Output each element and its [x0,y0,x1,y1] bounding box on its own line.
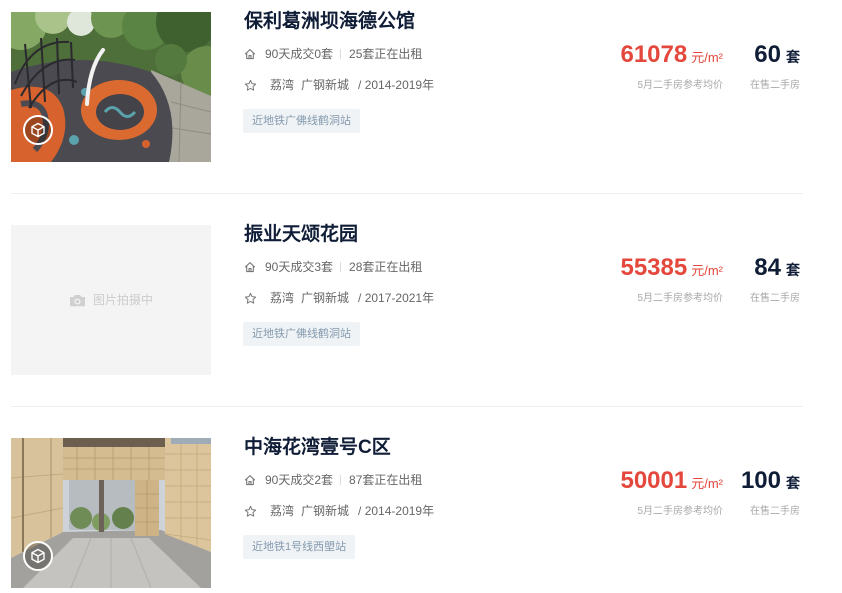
avg-price: 61078 元/m² [620,42,723,68]
deals-90d-link[interactable]: 90天成交2套 [265,472,333,488]
bizcircle-link[interactable]: 广钢新城 [301,503,349,519]
on-sale-count-unit: 套 [786,475,800,491]
camera-icon [69,294,86,307]
community-item: 保利葛洲坝海德公馆 90天成交0套 25套正在出租 荔湾 广钢新城 / 2014… [11,11,803,162]
on-sale-count-unit: 套 [786,49,800,65]
location-info: 荔湾 广钢新城 / 2014-2019年 [244,77,434,93]
divider [11,193,803,194]
build-years: / 2017-2021年 [358,291,435,305]
price-desc: 5月二手房参考均价 [637,506,723,517]
bizcircle-link[interactable]: 广钢新城 [301,77,349,93]
community-title[interactable]: 保利葛洲坝海德公馆 [244,11,415,33]
district-link[interactable]: 荔湾 [270,503,294,519]
on-sale-count-value[interactable]: 100 [741,467,781,494]
price-desc: 5月二手房参考均价 [637,293,723,304]
community-photo-placeholder[interactable]: 图片拍摄中 [11,225,211,375]
subway-tag: 近地铁1号线西塱站 [243,535,356,559]
vr-icon [31,548,45,564]
price-desc: 5月二手房参考均价 [637,80,723,91]
build-years: / 2014-2019年 [358,504,435,518]
deal-info: 90天成交0套 25套正在出租 [244,46,422,62]
star-icon [244,79,257,92]
divider [11,406,803,407]
star-icon [244,505,257,518]
on-sale-count-unit: 套 [786,262,800,278]
deals-90d-link[interactable]: 90天成交0套 [265,46,333,62]
on-sale-count[interactable]: 60 套 [754,42,800,68]
price-unit: 元/m² [691,50,723,65]
house-icon [244,261,256,273]
avg-price: 55385 元/m² [620,255,723,281]
price-unit: 元/m² [691,263,723,278]
renting-link[interactable]: 28套正在出租 [349,259,422,275]
district-link[interactable]: 荔湾 [270,77,294,93]
price-value: 61078 [620,41,688,68]
subway-tag: 近地铁广佛线鹤洞站 [243,109,360,133]
community-item: 图片拍摄中 振业天颂花园 90天成交3套 28套正在出租 荔湾 广钢新城 / 2… [11,224,803,375]
separator [340,49,342,59]
house-icon [244,474,256,486]
vr-badge[interactable] [23,541,53,571]
community-list: 保利葛洲坝海德公馆 90天成交0套 25套正在出租 荔湾 广钢新城 / 2014… [11,11,803,588]
on-sale-count-value[interactable]: 84 [754,254,781,281]
lintel [59,438,169,480]
community-title[interactable]: 中海花湾壹号C区 [244,437,391,459]
renting-link[interactable]: 87套正在出租 [349,472,422,488]
build-years: / 2014-2019年 [358,78,435,92]
placeholder-text: 图片拍摄中 [92,293,153,307]
location-info: 荔湾 广钢新城 / 2014-2019年 [244,503,434,519]
right-wall [164,438,211,552]
separator [340,262,342,272]
on-sale-desc: 在售二手房 [750,80,800,91]
separator [340,475,342,485]
house-icon [244,48,256,60]
on-sale-count-value[interactable]: 60 [754,41,781,68]
price-value: 55385 [620,254,688,281]
district-link[interactable]: 荔湾 [270,290,294,306]
location-info: 荔湾 广钢新城 / 2017-2021年 [244,290,434,306]
on-sale-count[interactable]: 100 套 [741,468,800,494]
vr-icon [31,122,45,138]
deals-90d-link[interactable]: 90天成交3套 [265,259,333,275]
avg-price: 50001 元/m² [620,468,723,494]
on-sale-desc: 在售二手房 [750,293,800,304]
price-value: 50001 [620,467,688,494]
subway-tag: 近地铁广佛线鹤洞站 [243,322,360,346]
deal-info: 90天成交2套 87套正在出租 [244,472,422,488]
deal-info: 90天成交3套 28套正在出租 [244,259,422,275]
on-sale-desc: 在售二手房 [750,506,800,517]
community-item: 中海花湾壹号C区 90天成交2套 87套正在出租 荔湾 广钢新城 / 2014-… [11,437,803,588]
community-photo[interactable] [11,12,211,162]
community-title[interactable]: 振业天颂花园 [244,224,358,246]
bizcircle-link[interactable]: 广钢新城 [301,290,349,306]
community-photo[interactable] [11,438,211,588]
renting-link[interactable]: 25套正在出租 [349,46,422,62]
on-sale-count[interactable]: 84 套 [754,255,800,281]
vr-badge[interactable] [23,115,53,145]
star-icon [244,292,257,305]
price-unit: 元/m² [691,476,723,491]
